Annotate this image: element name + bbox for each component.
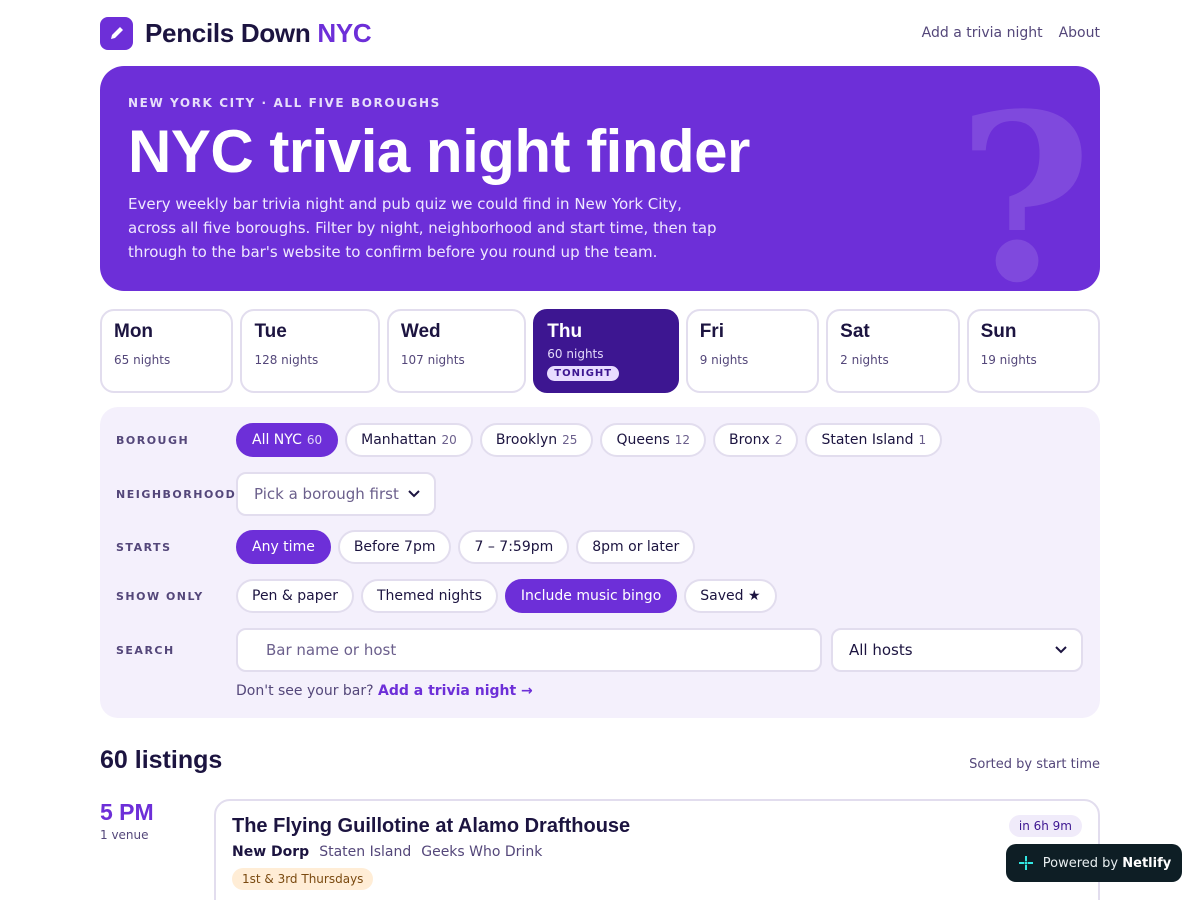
filters-panel: BOROUGH All NYC 60 Manhattan 20 Brooklyn 25… xyxy=(100,407,1100,718)
time-slot: 5 PM 1 venue The Flying Guillotine at Al… xyxy=(100,799,1100,900)
day-count: 19 nights xyxy=(980,353,1037,367)
hero-description: Every weekly bar trivia night and pub qu… xyxy=(128,195,717,261)
starts-chip-before-7pm[interactable]: Before 7pm xyxy=(337,530,452,564)
chevron-down-icon xyxy=(1055,646,1067,654)
day-name: Sun xyxy=(980,321,1017,342)
add-bar-helper: Don't see your bar? Add a trivia night → xyxy=(236,683,533,699)
page-title: NYC trivia night finder xyxy=(128,118,750,185)
brand-name: Pencils Down NYC xyxy=(145,17,372,48)
borough-row: BOROUGH All NYC 60 Manhattan 20 Brooklyn 25… xyxy=(116,423,1084,457)
day-name: Mon xyxy=(114,321,154,342)
borough-chips: All NYC 60 Manhattan 20 Brooklyn 25 Queens 1… xyxy=(236,423,943,457)
question-mark-icon: ? xyxy=(957,66,1092,291)
pencil-icon xyxy=(100,16,133,50)
chevron-down-icon xyxy=(408,490,420,498)
brand-accent: NYC xyxy=(317,17,372,48)
listings-header: 60 listings Sorted by start time xyxy=(100,746,1100,775)
day-name: Sat xyxy=(840,321,870,342)
tab-fri[interactable]: Fri 9 nights xyxy=(685,309,820,393)
borough-chip-staten-island[interactable]: Staten Island 1 xyxy=(805,423,943,457)
schedule-badge: 1st & 3rd Thursdays xyxy=(232,868,374,890)
borough-chip-all-nyc[interactable]: All NYC 60 xyxy=(236,423,339,457)
starts-row: STARTS Any time Before 7pm 7 – 7:59pm 8p… xyxy=(116,530,1084,564)
day-count: 107 nights xyxy=(400,353,465,367)
nav-about[interactable]: About xyxy=(1059,25,1100,41)
neighborhood-row: NEIGHBORHOOD Pick a borough first xyxy=(116,472,1084,516)
tab-sun[interactable]: Sun 19 nights xyxy=(966,309,1101,393)
chip-themed-nights[interactable]: Themed nights xyxy=(360,579,498,613)
listing-borough: Staten Island xyxy=(319,844,412,860)
day-name: Tue xyxy=(254,321,287,342)
tab-sat[interactable]: Sat 2 nights xyxy=(826,309,960,393)
listing-neighborhood: New Dorp xyxy=(232,844,310,860)
starts-label: STARTS xyxy=(116,540,172,554)
chip-pen-paper[interactable]: Pen & paper xyxy=(236,579,354,613)
day-count: 65 nights xyxy=(114,353,171,367)
starts-chip-8pm-later[interactable]: 8pm or later xyxy=(576,530,696,564)
search-row: SEARCH Bar name or host All hosts xyxy=(116,628,1084,672)
listing-host: Geeks Who Drink xyxy=(421,844,543,860)
starts-chip-any-time[interactable]: Any time xyxy=(236,530,331,564)
day-name: Thu xyxy=(547,321,583,342)
brand[interactable]: Pencils Down NYC xyxy=(100,16,372,50)
starts-chips: Any time Before 7pm 7 – 7:59pm 8pm or la… xyxy=(236,530,696,564)
day-name: Wed xyxy=(400,321,441,342)
listing-meta: New Dorp Staten Island Geeks Who Drink xyxy=(232,844,1082,860)
borough-chip-manhattan[interactable]: Manhattan 20 xyxy=(345,423,473,457)
tonight-badge: TONIGHT xyxy=(547,366,620,381)
search-input[interactable]: Bar name or host xyxy=(236,628,822,672)
search-label: SEARCH xyxy=(116,643,175,657)
slot-time: 5 PM 1 venue xyxy=(100,799,214,900)
tab-mon[interactable]: Mon 65 nights xyxy=(100,309,234,393)
netlify-label: Powered by Netlify xyxy=(1042,855,1172,871)
hosts-select[interactable]: All hosts xyxy=(831,628,1083,672)
neighborhood-select[interactable]: Pick a borough first xyxy=(236,472,436,516)
tab-wed[interactable]: Wed 107 nights xyxy=(386,309,527,393)
tab-thu[interactable]: Thu 60 nights TONIGHT xyxy=(533,309,679,393)
listing-card[interactable]: The Flying Guillotine at Alamo Drafthous… xyxy=(214,799,1100,900)
top-bar: Pencils Down NYC Add a trivia night Abou… xyxy=(100,0,1100,66)
chip-saved[interactable]: Saved ★ xyxy=(684,579,777,613)
tab-tue[interactable]: Tue 128 nights xyxy=(240,309,380,393)
netlify-logo-icon xyxy=(1018,856,1033,870)
show-only-row: SHOW ONLY Pen & paper Themed nights Incl… xyxy=(116,579,1084,613)
countdown-badge: in 6h 9m xyxy=(1008,815,1082,837)
neighborhood-label: NEIGHBORHOOD xyxy=(116,487,237,501)
hero-banner: ? NEW YORK CITY · ALL FIVE BOROUGHS NYC … xyxy=(100,66,1100,291)
borough-chip-bronx[interactable]: Bronx 2 xyxy=(713,423,799,457)
listings-count: 60 listings xyxy=(100,746,223,774)
slot-venue-count: 1 venue xyxy=(100,828,149,842)
borough-label: BOROUGH xyxy=(116,433,190,447)
chip-music-bingo[interactable]: Include music bingo xyxy=(504,579,678,613)
slot-time-label: 5 PM xyxy=(100,799,154,825)
show-only-label: SHOW ONLY xyxy=(116,589,204,603)
day-count: 128 nights xyxy=(254,353,319,367)
day-count: 2 nights xyxy=(840,353,889,367)
day-tabs: Mon 65 nights Tue 128 nights Wed 107 nig… xyxy=(100,309,1101,393)
main-nav: Add a trivia night About xyxy=(922,25,1100,41)
nav-add-trivia-night[interactable]: Add a trivia night xyxy=(922,25,1043,41)
add-trivia-night-link[interactable]: Add a trivia night → xyxy=(378,683,533,699)
hero-eyebrow: NEW YORK CITY · ALL FIVE BOROUGHS xyxy=(128,96,441,110)
day-name: Fri xyxy=(699,321,724,342)
listing-title[interactable]: The Flying Guillotine at Alamo Drafthous… xyxy=(232,815,1082,838)
sort-label: Sorted by start time xyxy=(969,757,1100,772)
page: Pencils Down NYC Add a trivia night Abou… xyxy=(100,0,1101,900)
show-only-chips: Pen & paper Themed nights Include music … xyxy=(236,579,777,613)
day-count: 9 nights xyxy=(699,353,749,367)
netlify-badge[interactable]: Powered by Netlify xyxy=(1006,844,1182,882)
day-count: 60 nights xyxy=(547,347,604,361)
starts-chip-7pm[interactable]: 7 – 7:59pm xyxy=(458,530,570,564)
borough-chip-brooklyn[interactable]: Brooklyn 25 xyxy=(479,423,594,457)
borough-chip-queens[interactable]: Queens 12 xyxy=(600,423,707,457)
